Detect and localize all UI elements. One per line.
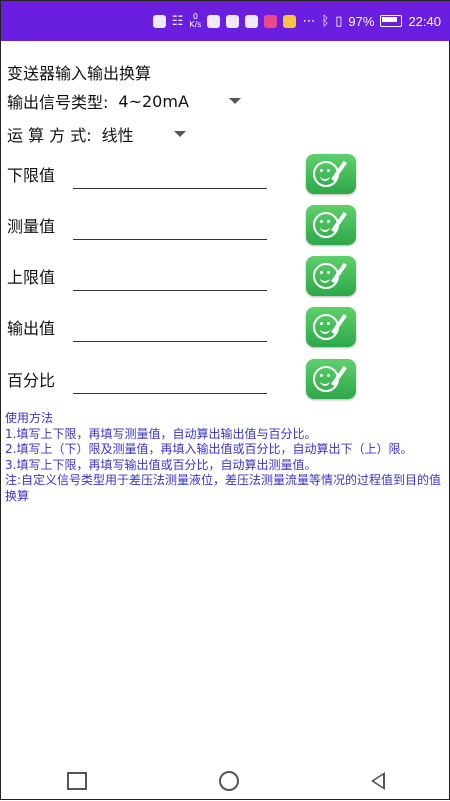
speed-unit: K/s [189, 20, 202, 29]
app-icon-4 [283, 14, 297, 28]
field-row-measured: 测量值 [7, 205, 367, 245]
upper-limit-label: 上限值 [7, 268, 56, 287]
more-icon: ⋯ [302, 13, 316, 29]
calc-mode-row: 运 算 方 式: 线性 [7, 122, 186, 146]
recent-apps-icon[interactable] [67, 772, 87, 790]
output-input[interactable] [73, 313, 267, 342]
notification-icon [152, 14, 166, 28]
instructions-line-1: 1.填写上下限，再填写测量值，自动算出输出值与百分比。 [5, 426, 317, 441]
lower-limit-label: 下限值 [7, 166, 56, 185]
clock: 22:40 [408, 13, 441, 29]
app-icon-3 [264, 14, 278, 28]
bluetooth-icon: ᛒ [321, 13, 330, 29]
clear-measured-button[interactable] [306, 205, 356, 245]
field-row-upper-limit: 上限值 [7, 256, 367, 296]
upper-limit-input[interactable] [73, 262, 267, 291]
page-title: 变送器输入输出换算 [7, 64, 152, 83]
navigation-bar [1, 761, 450, 801]
instructions-line-3: 3.填写上下限，再填写输出值或百分比，自动算出测量值。 [5, 457, 317, 472]
app-icon-2 [245, 14, 259, 28]
signal-type-row: 输出信号类型: 4~20mA [7, 89, 241, 113]
measured-label: 测量值 [7, 217, 56, 236]
clear-lower-limit-button[interactable] [306, 154, 356, 194]
signal-type-label: 输出信号类型: [7, 93, 109, 112]
chevron-down-icon[interactable] [228, 98, 241, 104]
battery-percent: 97% [348, 13, 375, 29]
battery-icon [380, 15, 403, 27]
app-icon-1 [207, 14, 221, 28]
lower-limit-input[interactable] [73, 160, 267, 189]
field-row-output: 输出值 [7, 307, 367, 347]
percent-input[interactable] [73, 365, 267, 394]
output-label: 输出值 [7, 319, 56, 338]
status-bar: ☷ 0 K/s ⋯ ᛒ ▯ 97% 22:40 [1, 1, 450, 41]
vibrate-icon: ▯ [335, 13, 343, 29]
percent-label: 百分比 [7, 371, 56, 390]
signal-type-select[interactable]: 4~20mA [118, 92, 188, 111]
clear-output-button[interactable] [306, 307, 356, 347]
status-icons: ☷ 0 K/s ⋯ ᛒ ▯ 97% 22:40 [152, 13, 441, 29]
instructions-line-2: 2.填写上（下）限及测量值，再填入输出值或百分比，自动算出下（上）限。 [5, 442, 413, 456]
wifi-icon: ☷ [171, 13, 184, 29]
chevron-down-icon[interactable] [173, 131, 186, 137]
clear-percent-button[interactable] [306, 359, 356, 399]
network-speed: 0 K/s [189, 13, 201, 29]
instructions-note: 注:自定义信号类型用于差压法测量液位，差压法测量流量等情况的过程值到目的值换算 [5, 473, 442, 503]
instructions-heading: 使用方法 [5, 411, 54, 425]
calc-mode-label: 运 算 方 式: [7, 126, 92, 145]
field-row-lower-limit: 下限值 [7, 154, 367, 194]
back-icon[interactable] [371, 772, 385, 790]
shield-icon [226, 14, 240, 28]
measured-input[interactable] [73, 211, 267, 240]
instructions: 使用方法 1.填写上下限，再填写测量值，自动算出输出值与百分比。 2.填写上（下… [5, 411, 445, 504]
home-icon[interactable] [219, 771, 239, 791]
field-row-percent: 百分比 [7, 359, 367, 399]
clear-upper-limit-button[interactable] [306, 256, 356, 296]
calc-mode-select[interactable]: 线性 [102, 122, 134, 146]
